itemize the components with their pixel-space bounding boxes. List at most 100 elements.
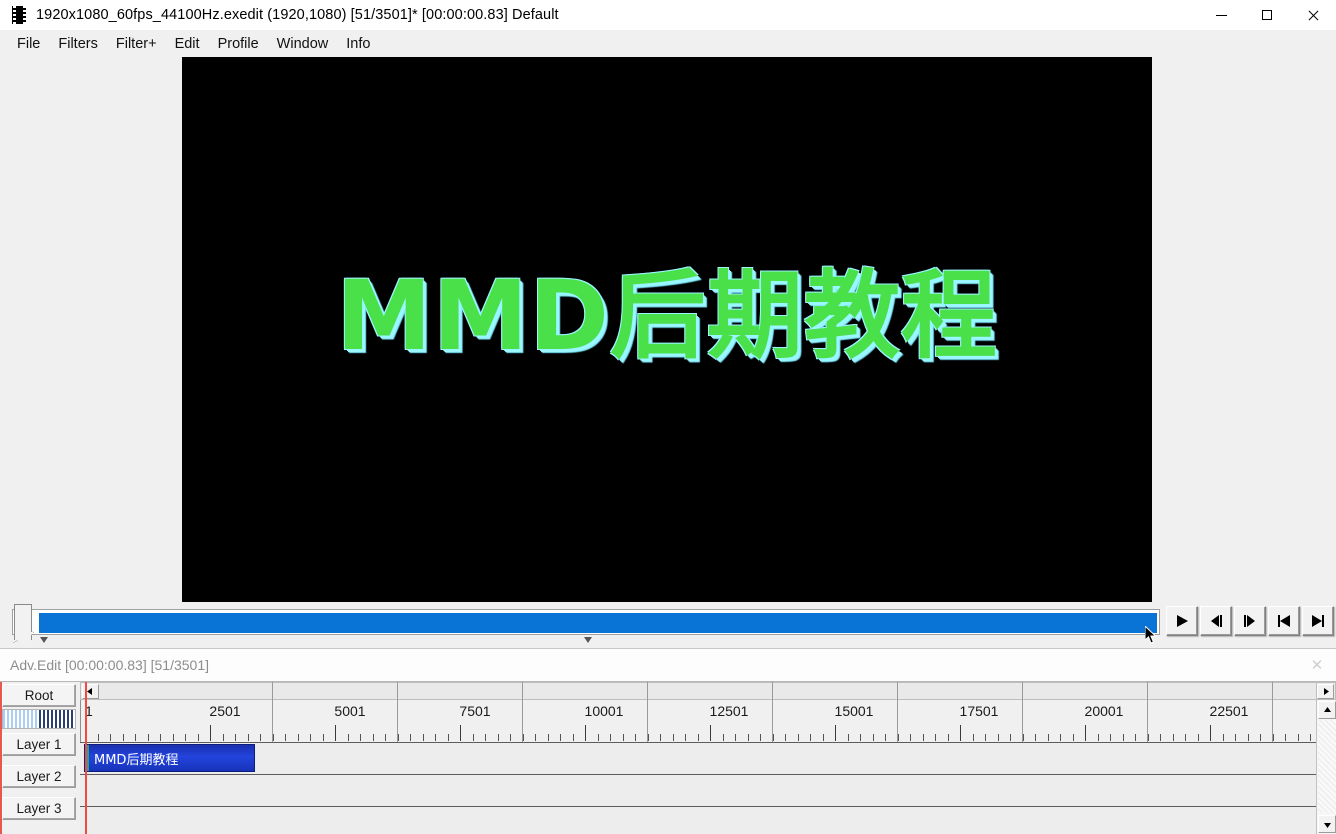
seek-marker-start [40,637,48,643]
layer-header-2[interactable]: Layer 2 [2,765,76,788]
close-button[interactable] [1290,0,1336,30]
timeline-track-2[interactable] [80,774,1316,806]
arrow-left-icon [87,688,92,695]
ruler-tick-minor [260,734,261,741]
skip-end-icon [1312,615,1324,627]
seek-marker-mid [584,637,592,643]
timeline-hscrollbar[interactable] [80,682,1316,700]
step-back-icon [1211,615,1222,627]
ruler-tick-minor [1297,734,1299,741]
ruler-label-6: 15001 [834,703,874,719]
ruler-tick-minor [322,734,324,741]
ruler-tick-minor [972,734,974,741]
timeline-playhead[interactable] [85,682,87,834]
menu-window[interactable]: Window [268,33,338,55]
ruler-tick-minor [1010,734,1011,741]
layer-header-3[interactable]: Layer 3 [2,797,76,820]
timeline-track-1[interactable]: MMD后期教程 [80,742,1316,774]
ruler-tick-minor [197,734,199,741]
transport-controls [1166,606,1334,636]
layer-header-column: Root Layer 1 Layer 2 Layer 3 [0,682,78,834]
menu-profile[interactable]: Profile [209,33,268,55]
vscroll-track[interactable] [1318,720,1336,813]
ruler-tick-minor [235,734,236,741]
menu-filters[interactable]: Filters [49,33,106,55]
menu-info[interactable]: Info [337,33,379,55]
ruler-tick-minor [1272,734,1274,741]
vscroll-up-button[interactable] [1318,701,1336,719]
skip-start-icon [1278,615,1290,627]
clip-label: MMD后期教程 [94,752,179,768]
menu-file[interactable]: File [8,33,49,55]
ruler-label-5: 12501 [709,703,749,719]
maximize-icon [1262,10,1272,20]
previous-frame-button[interactable] [1200,606,1232,636]
minimize-button[interactable] [1198,0,1244,30]
ruler-tick-minor [397,734,399,741]
ruler-tick-minor [222,734,224,741]
minimize-icon [1215,14,1227,16]
menu-filter-plus[interactable]: Filter+ [107,33,166,55]
ruler-tick-minor [385,734,386,741]
ruler-tick-minor [1235,734,1236,741]
ruler-tick-minor [947,734,949,741]
ruler-tick-minor [1122,734,1124,741]
ruler-tick-major [460,725,461,741]
menu-bar: File Filters Filter+ Edit Profile Window… [0,30,1336,57]
ruler-tick-minor [110,734,111,741]
ruler-tick-minor [1047,734,1049,741]
jump-to-end-button[interactable] [1302,606,1334,636]
ruler-tick-minor [910,734,911,741]
title-bar: 1920x1080_60fps_44100Hz.exedit (1920,108… [0,0,1336,30]
ruler-tick-minor [497,734,499,741]
next-frame-button[interactable] [1234,606,1266,636]
ruler-tick-minor [872,734,874,741]
ruler-tick-minor [135,734,136,741]
ruler-label-2: 5001 [334,703,366,719]
ruler-tick-minor [597,734,599,741]
timeline-vscrollbar[interactable] [1316,700,1336,834]
play-button[interactable] [1166,606,1198,636]
ruler-tick-minor [847,734,849,741]
menu-edit[interactable]: Edit [166,33,209,55]
layer-header-1[interactable]: Layer 1 [2,733,76,756]
timeline-clip-mmd[interactable]: MMD后期教程 [84,744,255,772]
ruler-tick-minor [1147,734,1149,741]
ruler-tick-major [710,725,711,741]
adv-edit-close-button[interactable]: ✕ [1304,653,1330,677]
ruler-tick-major [585,725,586,741]
ruler-tick-minor [1222,734,1224,741]
ruler-tick-minor [935,734,936,741]
video-preview[interactable]: MMD后期教程 [182,57,1152,602]
ruler-tick-minor [985,734,986,741]
ruler-tick-minor [1160,734,1161,741]
seek-bar-track[interactable] [12,609,1160,635]
timeline-left-accent [0,682,2,834]
ruler-tick-minor [247,734,249,741]
ruler-tick-major [1085,725,1086,741]
timeline-track-3[interactable] [80,806,1316,834]
ruler-tick-minor [897,734,899,741]
ruler-tick-minor [660,734,661,741]
ruler-tick-minor [172,734,174,741]
timeline-zoom-slider[interactable] [2,709,76,729]
root-button[interactable]: Root [2,684,76,707]
ruler-tick-minor [822,734,824,741]
ruler-tick-minor [122,734,124,741]
ruler-label-4: 10001 [584,703,624,719]
ruler-tick-minor [285,734,286,741]
ruler-tick-minor [610,734,611,741]
ruler-tick-minor [747,734,749,741]
ruler-tick-minor [797,734,799,741]
timeline-ruler[interactable]: 1 2501 5001 7501 10001 12501 15001 17501… [80,700,1316,742]
ruler-tick-minor [1260,734,1261,741]
seek-bar-thumb[interactable] [14,604,32,640]
hscroll-right-button[interactable] [1317,684,1334,699]
ruler-tick-minor [1060,734,1061,741]
jump-to-start-button[interactable] [1268,606,1300,636]
seek-bar-row [0,604,1336,646]
maximize-button[interactable] [1244,0,1290,30]
vscroll-down-button[interactable] [1318,815,1336,833]
hscroll-right-container [1316,682,1336,700]
ruler-tick-major [960,725,961,741]
